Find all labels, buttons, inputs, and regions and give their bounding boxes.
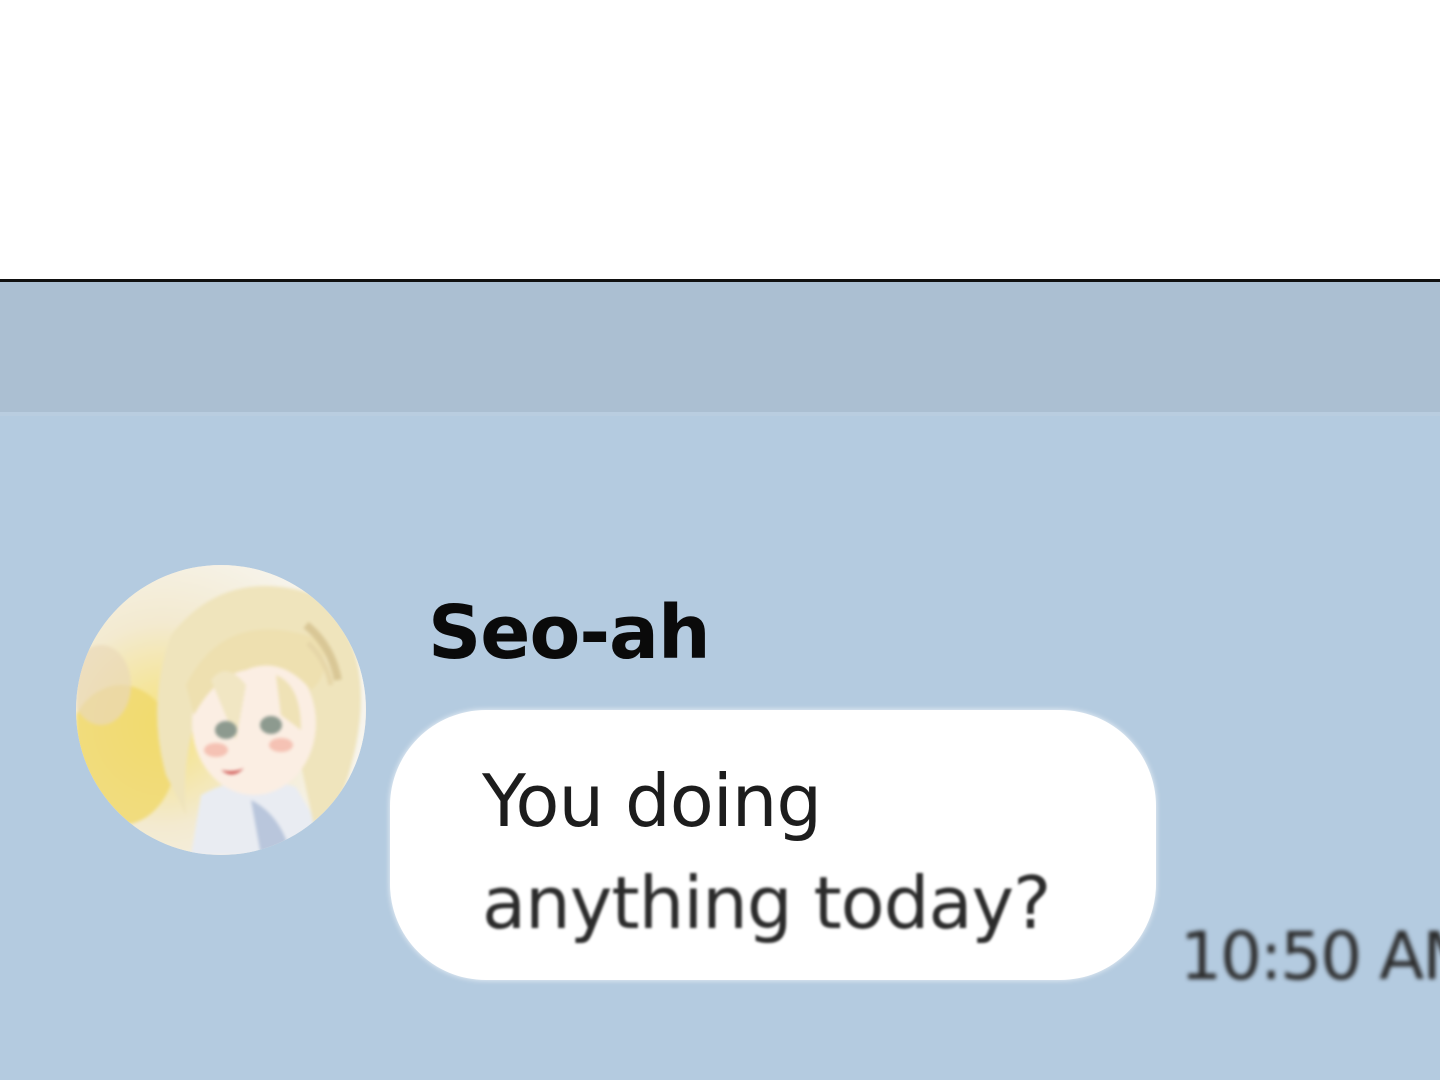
comic-panel: Seo-ah You doing anything today? 10:50 A… <box>0 0 1440 1080</box>
message-timestamp: 10:50 AM <box>1180 918 1440 995</box>
message-line-1: You doing <box>482 759 822 843</box>
message-line-2: anything today? <box>482 861 1051 945</box>
profile-avatar-icon[interactable] <box>76 565 366 855</box>
message-text: You doing anything today? <box>482 750 1122 954</box>
sender-name: Seo-ah <box>428 590 711 676</box>
chat-window: Seo-ah You doing anything today? 10:50 A… <box>0 282 1440 1080</box>
message-bubble[interactable]: You doing anything today? <box>390 710 1156 980</box>
chat-header <box>0 282 1440 416</box>
blank-area <box>0 0 1440 280</box>
